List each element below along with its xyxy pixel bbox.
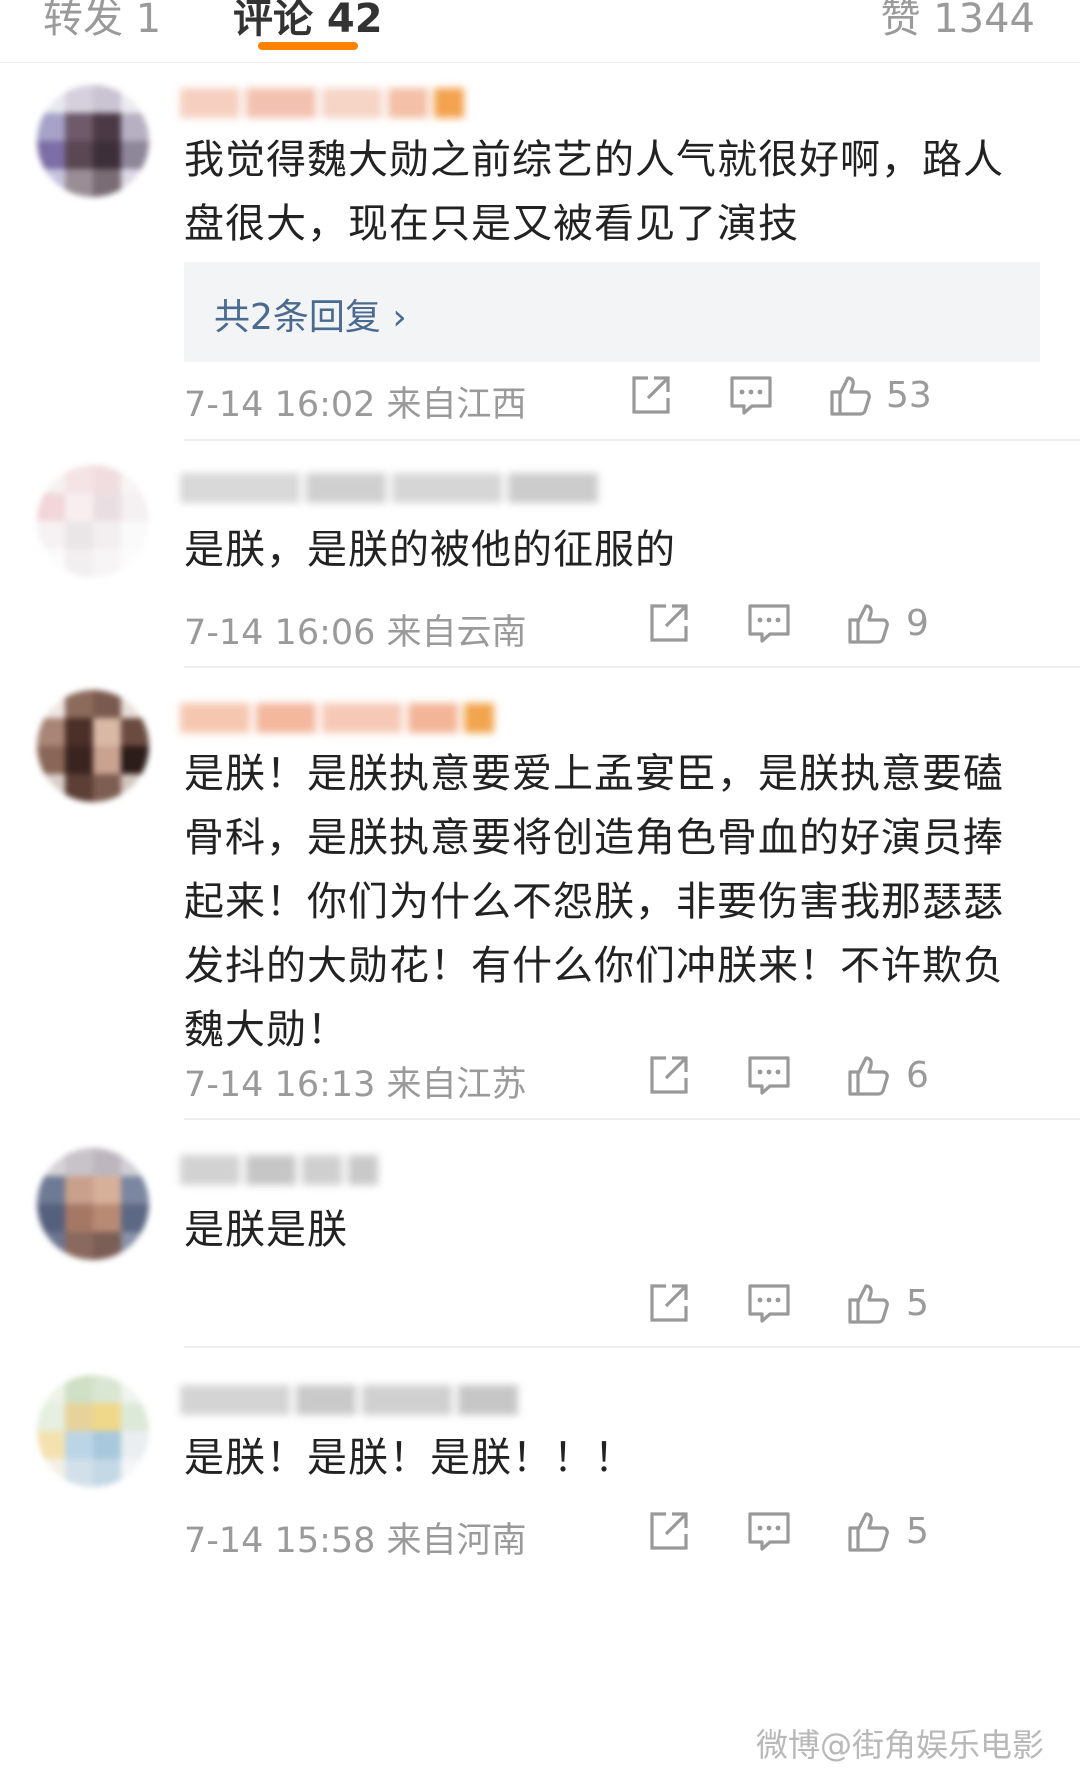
like-button[interactable]: 53 (826, 372, 936, 426)
share-icon[interactable] (646, 1280, 692, 1326)
comment-time-location: 7-14 16:13 来自江苏 (184, 1065, 527, 1105)
comment-time-location: 7-14 16:06 来自云南 (184, 613, 527, 653)
share-icon[interactable] (646, 1052, 692, 1098)
username-redacted[interactable] (180, 85, 464, 121)
watermark: 微博@街角娱乐电影 (755, 1726, 1044, 1764)
like-button[interactable]: 5 (844, 1508, 954, 1562)
avatar[interactable] (37, 1375, 149, 1487)
like-icon[interactable] (846, 1508, 892, 1554)
like-button[interactable]: 6 (844, 1052, 954, 1106)
comment-meta: 7-14 16:13 来自江苏 6 (0, 1052, 1080, 1106)
tab-bar: 转发 1 评论 42 赞 1344 (0, 0, 1080, 63)
comment-text: 是朕是朕 (184, 1207, 348, 1253)
avatar[interactable] (37, 690, 149, 802)
share-icon[interactable] (646, 600, 692, 646)
divider (184, 666, 1080, 668)
username-redacted[interactable] (180, 1382, 518, 1418)
like-count: 5 (906, 1283, 929, 1324)
tab-repost[interactable]: 转发 1 (43, 0, 161, 44)
comment-icon[interactable] (746, 1052, 792, 1098)
comment-meta: 7-14 15:58 来自河南 5 (0, 1508, 1080, 1562)
like-button[interactable]: 9 (844, 600, 954, 654)
avatar[interactable] (37, 1148, 149, 1260)
share-icon[interactable] (646, 1508, 692, 1554)
like-icon[interactable] (846, 1280, 892, 1326)
comment-meta: 5 (0, 1280, 1080, 1334)
comment-text: 是朕！是朕！是朕！！！ (184, 1435, 635, 1481)
divider (184, 1346, 1080, 1348)
share-icon[interactable] (628, 372, 674, 418)
divider (184, 439, 1080, 441)
like-icon[interactable] (828, 372, 874, 418)
comment-meta: 7-14 16:06 来自云南 9 (0, 600, 1080, 654)
like-button[interactable]: 5 (844, 1280, 954, 1334)
comment-time-location: 7-14 16:02 来自江西 (184, 385, 527, 425)
like-count: 9 (906, 603, 929, 644)
username-redacted[interactable] (180, 700, 494, 736)
like-icon[interactable] (846, 1052, 892, 1098)
comment-text: 我觉得魏大勋之前综艺的人气就很好啊，路人盘很大，现在只是又被看见了演技 (184, 137, 1004, 247)
comment-meta: 7-14 16:02 来自江西 53 (0, 372, 1080, 426)
username-redacted[interactable] (180, 1152, 378, 1188)
like-count: 53 (886, 375, 932, 416)
like-count: 6 (906, 1055, 929, 1096)
username-redacted[interactable] (180, 470, 598, 506)
active-tab-indicator (258, 42, 358, 50)
avatar[interactable] (37, 465, 149, 577)
tab-comments[interactable]: 评论 42 (233, 0, 383, 44)
like-icon[interactable] (846, 600, 892, 646)
replies-box[interactable]: 共2条回复 › (184, 262, 1040, 362)
like-count: 5 (906, 1511, 929, 1552)
comment-time-location: 7-14 15:58 来自河南 (184, 1521, 527, 1561)
comment-icon[interactable] (746, 1280, 792, 1326)
tab-likes[interactable]: 赞 1344 (880, 0, 1035, 44)
comment-icon[interactable] (746, 600, 792, 646)
comment-icon[interactable] (746, 1508, 792, 1554)
avatar[interactable] (37, 85, 149, 197)
comment-text: 是朕，是朕的被他的征服的 (184, 527, 676, 573)
divider (184, 1118, 1080, 1120)
comment-text: 是朕！是朕执意要爱上孟宴臣，是朕执意要磕骨科，是朕执意要将创造角色骨血的好演员捧… (184, 751, 1004, 1053)
replies-link[interactable]: 共2条回复 › (214, 288, 407, 340)
comment-icon[interactable] (728, 372, 774, 418)
